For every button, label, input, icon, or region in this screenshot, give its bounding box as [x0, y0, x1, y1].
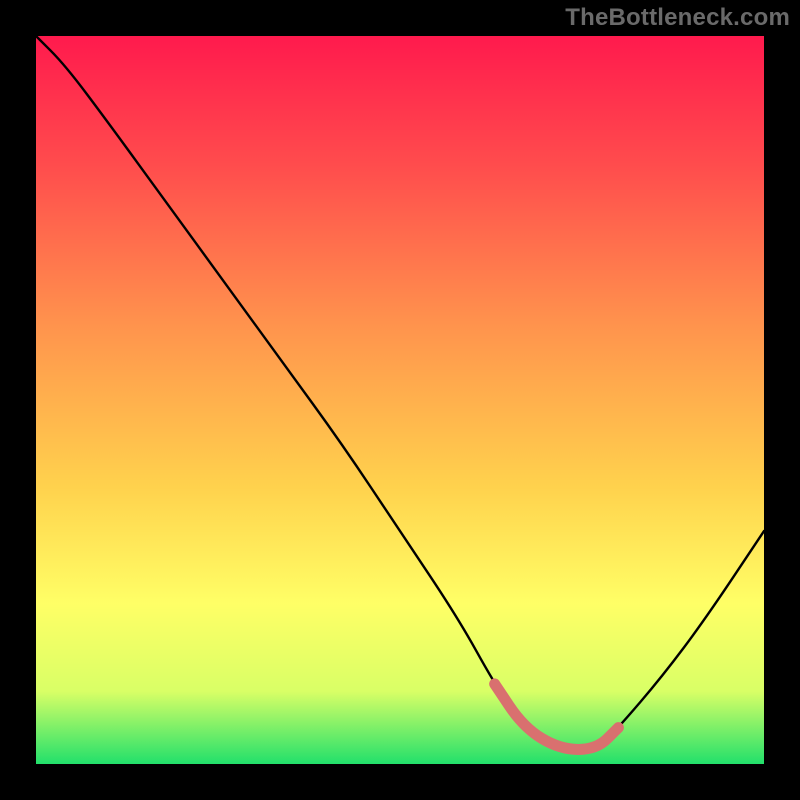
watermark-text: TheBottleneck.com: [565, 4, 790, 32]
chart-frame: TheBottleneck.com: [0, 0, 800, 800]
bottleneck-chart: [36, 36, 764, 764]
gradient-bg: [36, 36, 764, 764]
